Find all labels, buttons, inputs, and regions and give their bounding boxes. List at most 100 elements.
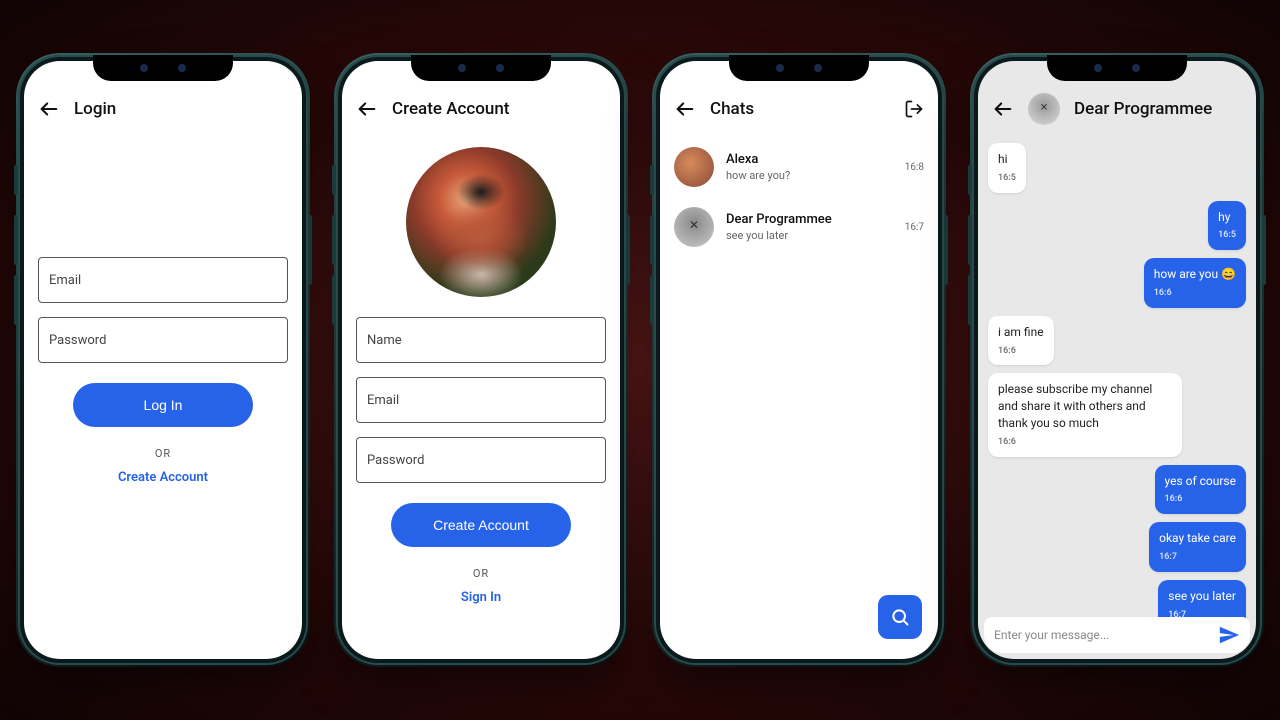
- chat-avatar: [674, 147, 714, 187]
- or-divider: OR: [38, 447, 288, 460]
- email-field[interactable]: Email: [356, 377, 606, 423]
- login-form: Email Password Log In OR Create Account: [24, 257, 302, 485]
- message-time: 16:5: [998, 173, 1016, 183]
- message-time: 16:7: [1159, 552, 1177, 562]
- side-button: [650, 215, 654, 265]
- message-outgoing: yes of course 16:6: [1155, 465, 1247, 515]
- email-label: Email: [367, 393, 399, 408]
- create-appbar: Create Account: [342, 81, 620, 137]
- phone-notch: [1047, 55, 1187, 81]
- password-label: Password: [367, 453, 424, 468]
- login-button[interactable]: Log In: [73, 383, 253, 427]
- phone-create-account: Create Account Name Email Password Creat…: [336, 55, 626, 665]
- password-field[interactable]: Password: [38, 317, 288, 363]
- side-button: [968, 215, 972, 265]
- conversation-appbar: Dear Programmee: [978, 81, 1256, 137]
- page-title: Chats: [710, 99, 754, 119]
- side-button: [1262, 215, 1266, 285]
- chats-screen: Chats Alexa how are you? 16:8: [660, 61, 938, 659]
- phone-conversation: Dear Programmee hi 16:5 hy 16:5 how are you …: [972, 55, 1262, 665]
- message-time: 16:6: [1165, 494, 1183, 504]
- back-arrow-icon[interactable]: [356, 98, 378, 120]
- chat-avatar: [674, 207, 714, 247]
- logout-icon[interactable]: [904, 99, 924, 119]
- message-input[interactable]: Enter your message...: [994, 628, 1208, 642]
- side-button: [332, 215, 336, 265]
- message-incoming: i am fine 16:6: [988, 316, 1054, 366]
- message-text: how are you 😄: [1154, 266, 1236, 283]
- create-account-screen: Create Account Name Email Password Creat…: [342, 61, 620, 659]
- phone-chats: Chats Alexa how are you? 16:8: [654, 55, 944, 665]
- profile-avatar[interactable]: [406, 147, 556, 297]
- page-title: Dear Programmee: [1074, 99, 1212, 119]
- phone-notch: [729, 55, 869, 81]
- message-incoming: hi 16:5: [988, 143, 1026, 193]
- password-label: Password: [49, 333, 106, 348]
- back-arrow-icon[interactable]: [992, 98, 1014, 120]
- search-icon: [890, 607, 910, 627]
- login-screen: Login Email Password Log In OR Create Ac…: [24, 61, 302, 659]
- conversation-screen: Dear Programmee hi 16:5 hy 16:5 how are you …: [978, 61, 1256, 659]
- message-text: please subscribe my channel and share it…: [998, 381, 1172, 431]
- create-form: Name Email Password Create Account OR Si…: [342, 147, 620, 605]
- message-text: yes of course: [1165, 473, 1237, 490]
- create-account-button[interactable]: Create Account: [391, 503, 571, 547]
- side-button: [944, 215, 948, 285]
- or-divider: OR: [356, 567, 606, 580]
- email-label: Email: [49, 273, 81, 288]
- message-outgoing: how are you 😄 16:6: [1144, 258, 1246, 308]
- phone-login: Login Email Password Log In OR Create Ac…: [18, 55, 308, 665]
- chat-time: 16:8: [905, 162, 924, 173]
- chat-preview: see you later: [726, 229, 893, 242]
- email-field[interactable]: Email: [38, 257, 288, 303]
- message-text: hy: [1218, 209, 1236, 226]
- name-label: Name: [367, 333, 402, 348]
- side-button: [650, 165, 654, 195]
- chats-appbar: Chats: [660, 81, 938, 137]
- name-field[interactable]: Name: [356, 317, 606, 363]
- message-outgoing: okay take care 16:7: [1149, 522, 1246, 572]
- chat-info: Dear Programmee see you later: [726, 212, 893, 242]
- send-icon[interactable]: [1218, 624, 1240, 646]
- phone-mockups-row: Login Email Password Log In OR Create Ac…: [0, 0, 1280, 665]
- chat-list-item[interactable]: Alexa how are you? 16:8: [660, 137, 938, 197]
- message-text: see you later: [1168, 588, 1236, 605]
- chat-name: Alexa: [726, 152, 893, 167]
- back-arrow-icon[interactable]: [674, 98, 696, 120]
- search-fab[interactable]: [878, 595, 922, 639]
- message-outgoing: hy 16:5: [1208, 201, 1246, 251]
- message-text: okay take care: [1159, 530, 1236, 547]
- chat-info: Alexa how are you?: [726, 152, 893, 182]
- chat-time: 16:7: [905, 222, 924, 233]
- side-button: [968, 275, 972, 325]
- phone-notch: [411, 55, 551, 81]
- message-text: hi: [998, 151, 1016, 168]
- side-button: [650, 275, 654, 325]
- side-button: [626, 215, 630, 285]
- message-time: 16:5: [1218, 230, 1236, 240]
- message-time: 16:6: [1154, 288, 1172, 298]
- messages-list[interactable]: hi 16:5 hy 16:5 how are you 😄 16:6 i am fine 16…: [978, 137, 1256, 647]
- signin-link[interactable]: Sign In: [356, 590, 606, 605]
- password-field[interactable]: Password: [356, 437, 606, 483]
- side-button: [308, 215, 312, 285]
- compose-bar: Enter your message...: [984, 617, 1250, 653]
- chat-list-item[interactable]: Dear Programmee see you later 16:7: [660, 197, 938, 257]
- create-account-link[interactable]: Create Account: [38, 470, 288, 485]
- login-appbar: Login: [24, 81, 302, 137]
- message-text: i am fine: [998, 324, 1044, 341]
- message-incoming: please subscribe my channel and share it…: [988, 373, 1182, 456]
- side-button: [332, 275, 336, 325]
- chat-name: Dear Programmee: [726, 212, 893, 227]
- message-time: 16:6: [998, 346, 1016, 356]
- chats-list: Alexa how are you? 16:8 Dear Programmee …: [660, 137, 938, 257]
- back-arrow-icon[interactable]: [38, 98, 60, 120]
- chat-preview: how are you?: [726, 169, 893, 182]
- message-time: 16:6: [998, 437, 1016, 447]
- side-button: [14, 165, 18, 195]
- page-title: Login: [74, 99, 116, 119]
- side-button: [968, 165, 972, 195]
- side-button: [14, 215, 18, 265]
- conversation-avatar: [1028, 93, 1060, 125]
- side-button: [14, 275, 18, 325]
